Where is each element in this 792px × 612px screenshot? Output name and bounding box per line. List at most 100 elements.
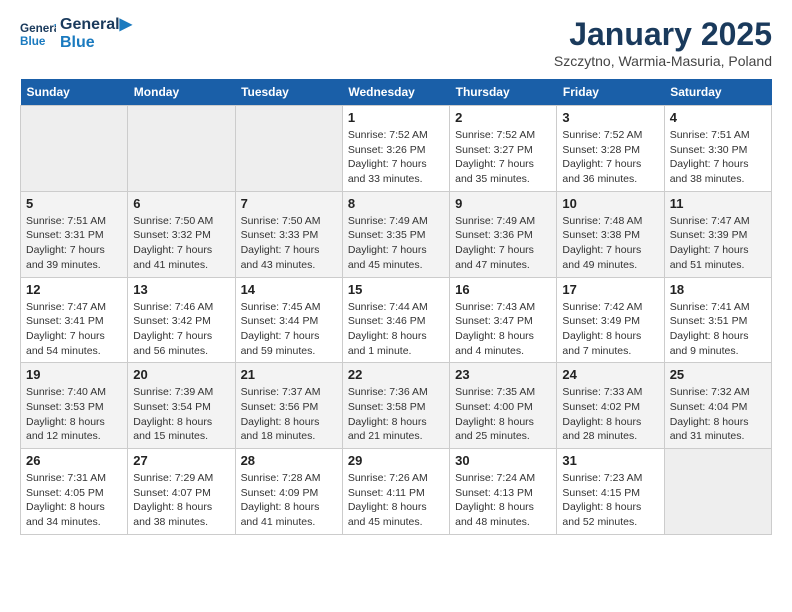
calendar-cell: 5 Sunrise: 7:51 AM Sunset: 3:31 PM Daylig… <box>21 191 128 277</box>
day-info: Sunrise: 7:37 AM Sunset: 3:56 PM Dayligh… <box>241 385 337 444</box>
calendar-cell: 25 Sunrise: 7:32 AM Sunset: 4:04 PM Dayli… <box>664 363 771 449</box>
calendar-cell <box>128 106 235 192</box>
weekday-header-thursday: Thursday <box>450 79 557 106</box>
calendar-table: SundayMondayTuesdayWednesdayThursdayFrid… <box>20 79 772 535</box>
day-info: Sunrise: 7:32 AM Sunset: 4:04 PM Dayligh… <box>670 385 766 444</box>
day-info: Sunrise: 7:49 AM Sunset: 3:35 PM Dayligh… <box>348 214 444 273</box>
day-number: 27 <box>133 453 229 468</box>
calendar-cell: 19 Sunrise: 7:40 AM Sunset: 3:53 PM Dayli… <box>21 363 128 449</box>
day-info: Sunrise: 7:52 AM Sunset: 3:28 PM Dayligh… <box>562 128 658 187</box>
weekday-header-monday: Monday <box>128 79 235 106</box>
calendar-cell: 4Sunrise: 7:51 AM Sunset: 3:30 PM Daylig… <box>664 106 771 192</box>
day-info: Sunrise: 7:29 AM Sunset: 4:07 PM Dayligh… <box>133 471 229 530</box>
calendar-cell: 15 Sunrise: 7:44 AM Sunset: 3:46 PM Dayli… <box>342 277 449 363</box>
day-number: 8 <box>348 196 444 211</box>
day-number: 16 <box>455 282 551 297</box>
day-info: Sunrise: 7:24 AM Sunset: 4:13 PM Dayligh… <box>455 471 551 530</box>
svg-text:Blue: Blue <box>20 35 46 48</box>
day-info: Sunrise: 7:47 AM Sunset: 3:39 PM Dayligh… <box>670 214 766 273</box>
day-info: Sunrise: 7:39 AM Sunset: 3:54 PM Dayligh… <box>133 385 229 444</box>
day-info: Sunrise: 7:26 AM Sunset: 4:11 PM Dayligh… <box>348 471 444 530</box>
calendar-cell: 24 Sunrise: 7:33 AM Sunset: 4:02 PM Dayli… <box>557 363 664 449</box>
day-number: 15 <box>348 282 444 297</box>
day-number: 5 <box>26 196 122 211</box>
calendar-cell: 22Sunrise: 7:36 AM Sunset: 3:58 PM Dayli… <box>342 363 449 449</box>
day-number: 24 <box>562 367 658 382</box>
day-info: Sunrise: 7:52 AM Sunset: 3:27 PM Dayligh… <box>455 128 551 187</box>
day-number: 19 <box>26 367 122 382</box>
day-info: Sunrise: 7:33 AM Sunset: 4:02 PM Dayligh… <box>562 385 658 444</box>
day-number: 29 <box>348 453 444 468</box>
calendar-cell: 18Sunrise: 7:41 AM Sunset: 3:51 PM Dayli… <box>664 277 771 363</box>
weekday-header-sunday: Sunday <box>21 79 128 106</box>
day-number: 12 <box>26 282 122 297</box>
logo: General Blue General▶ Blue <box>20 16 132 53</box>
day-info: Sunrise: 7:49 AM Sunset: 3:36 PM Dayligh… <box>455 214 551 273</box>
calendar-cell: 17Sunrise: 7:42 AM Sunset: 3:49 PM Dayli… <box>557 277 664 363</box>
day-info: Sunrise: 7:43 AM Sunset: 3:47 PM Dayligh… <box>455 300 551 359</box>
day-number: 17 <box>562 282 658 297</box>
weekday-header-wednesday: Wednesday <box>342 79 449 106</box>
calendar-cell: 12Sunrise: 7:47 AM Sunset: 3:41 PM Dayli… <box>21 277 128 363</box>
calendar-cell: 1 Sunrise: 7:52 AM Sunset: 3:26 PM Daylig… <box>342 106 449 192</box>
calendar-cell: 8 Sunrise: 7:49 AM Sunset: 3:35 PM Daylig… <box>342 191 449 277</box>
day-number: 28 <box>241 453 337 468</box>
day-info: Sunrise: 7:35 AM Sunset: 4:00 PM Dayligh… <box>455 385 551 444</box>
day-number: 1 <box>348 110 444 125</box>
calendar-cell: 13Sunrise: 7:46 AM Sunset: 3:42 PM Dayli… <box>128 277 235 363</box>
weekday-header-saturday: Saturday <box>664 79 771 106</box>
day-info: Sunrise: 7:48 AM Sunset: 3:38 PM Dayligh… <box>562 214 658 273</box>
calendar-cell <box>21 106 128 192</box>
calendar-cell: 27 Sunrise: 7:29 AM Sunset: 4:07 PM Dayli… <box>128 449 235 535</box>
calendar-cell: 23 Sunrise: 7:35 AM Sunset: 4:00 PM Dayli… <box>450 363 557 449</box>
logo-line1: General▶ <box>60 16 132 34</box>
day-number: 30 <box>455 453 551 468</box>
calendar-cell: 31 Sunrise: 7:23 AM Sunset: 4:15 PM Dayli… <box>557 449 664 535</box>
calendar-cell: 29 Sunrise: 7:26 AM Sunset: 4:11 PM Dayli… <box>342 449 449 535</box>
day-number: 31 <box>562 453 658 468</box>
day-number: 7 <box>241 196 337 211</box>
logo-icon: General Blue <box>20 16 56 52</box>
day-info: Sunrise: 7:40 AM Sunset: 3:53 PM Dayligh… <box>26 385 122 444</box>
day-info: Sunrise: 7:28 AM Sunset: 4:09 PM Dayligh… <box>241 471 337 530</box>
day-number: 18 <box>670 282 766 297</box>
calendar-cell: 9 Sunrise: 7:49 AM Sunset: 3:36 PM Daylig… <box>450 191 557 277</box>
day-number: 25 <box>670 367 766 382</box>
day-info: Sunrise: 7:44 AM Sunset: 3:46 PM Dayligh… <box>348 300 444 359</box>
page-header: General Blue General▶ Blue January 2025 … <box>20 16 772 69</box>
calendar-cell: 20Sunrise: 7:39 AM Sunset: 3:54 PM Dayli… <box>128 363 235 449</box>
location-subtitle: Szczytno, Warmia-Masuria, Poland <box>554 53 772 69</box>
day-info: Sunrise: 7:23 AM Sunset: 4:15 PM Dayligh… <box>562 471 658 530</box>
calendar-cell: 16 Sunrise: 7:43 AM Sunset: 3:47 PM Dayli… <box>450 277 557 363</box>
svg-text:General: General <box>20 23 56 36</box>
logo-line2: Blue <box>60 34 132 52</box>
calendar-week-3: 12Sunrise: 7:47 AM Sunset: 3:41 PM Dayli… <box>21 277 772 363</box>
calendar-cell: 2 Sunrise: 7:52 AM Sunset: 3:27 PM Daylig… <box>450 106 557 192</box>
day-info: Sunrise: 7:51 AM Sunset: 3:31 PM Dayligh… <box>26 214 122 273</box>
day-info: Sunrise: 7:51 AM Sunset: 3:30 PM Dayligh… <box>670 128 766 187</box>
day-number: 10 <box>562 196 658 211</box>
day-info: Sunrise: 7:50 AM Sunset: 3:33 PM Dayligh… <box>241 214 337 273</box>
calendar-week-4: 19 Sunrise: 7:40 AM Sunset: 3:53 PM Dayli… <box>21 363 772 449</box>
day-info: Sunrise: 7:52 AM Sunset: 3:26 PM Dayligh… <box>348 128 444 187</box>
day-number: 2 <box>455 110 551 125</box>
calendar-cell: 10 Sunrise: 7:48 AM Sunset: 3:38 PM Dayli… <box>557 191 664 277</box>
calendar-cell <box>664 449 771 535</box>
day-info: Sunrise: 7:31 AM Sunset: 4:05 PM Dayligh… <box>26 471 122 530</box>
weekday-header-tuesday: Tuesday <box>235 79 342 106</box>
day-number: 23 <box>455 367 551 382</box>
day-number: 11 <box>670 196 766 211</box>
day-number: 13 <box>133 282 229 297</box>
day-number: 3 <box>562 110 658 125</box>
day-number: 21 <box>241 367 337 382</box>
day-info: Sunrise: 7:45 AM Sunset: 3:44 PM Dayligh… <box>241 300 337 359</box>
calendar-cell: 3 Sunrise: 7:52 AM Sunset: 3:28 PM Daylig… <box>557 106 664 192</box>
month-title: January 2025 <box>554 16 772 53</box>
calendar-cell <box>235 106 342 192</box>
day-number: 26 <box>26 453 122 468</box>
day-number: 14 <box>241 282 337 297</box>
weekday-header-row: SundayMondayTuesdayWednesdayThursdayFrid… <box>21 79 772 106</box>
day-number: 9 <box>455 196 551 211</box>
title-block: January 2025 Szczytno, Warmia-Masuria, P… <box>554 16 772 69</box>
weekday-header-friday: Friday <box>557 79 664 106</box>
